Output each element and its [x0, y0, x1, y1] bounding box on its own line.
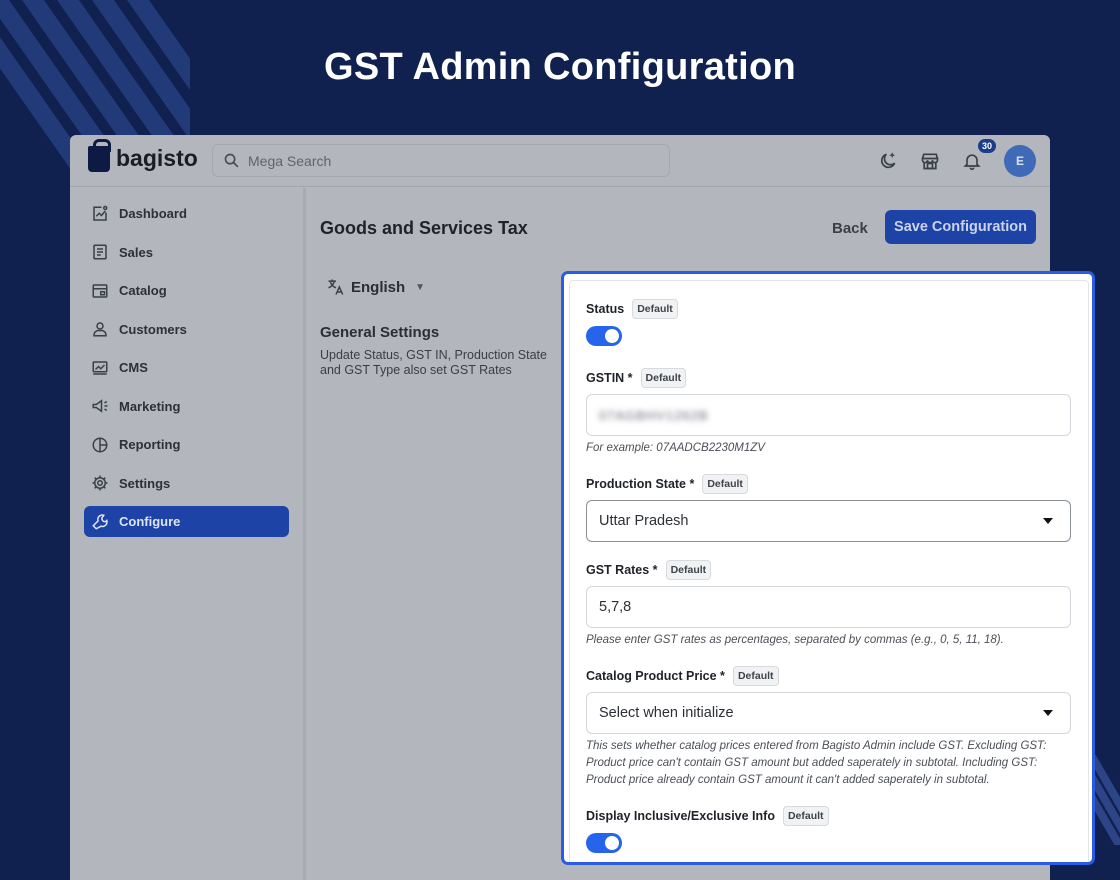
gstin-input[interactable]: 07AGBHV1262B — [586, 394, 1071, 436]
notification-count-badge: 30 — [977, 139, 996, 153]
sidebar-item-label: Settings — [119, 475, 171, 491]
catalog-price-value: Select when initialize — [599, 705, 734, 721]
top-icons: 30 E — [878, 139, 1036, 177]
sidebar-item-label: Reporting — [119, 437, 181, 452]
default-tag: Default — [782, 806, 829, 826]
dashboard-icon — [90, 204, 110, 224]
default-tag: Default — [732, 666, 779, 686]
pie-chart-icon — [90, 435, 110, 455]
display-info-label: Display Inclusive/Exclusive Info Default — [586, 806, 1072, 826]
production-state-label-text: Production State * — [586, 477, 695, 491]
store-icon[interactable] — [920, 151, 940, 171]
sidebar-item-cms[interactable]: CMS — [84, 352, 289, 383]
sidebar: Dashboard Sales Catalog Customers CMS Ma… — [70, 188, 306, 880]
moon-icon[interactable] — [878, 151, 898, 171]
settings-form: Status Default GSTIN * Default 07AGBHV12… — [569, 280, 1089, 862]
sidebar-item-label: Customers — [119, 321, 187, 337]
catalog-price-select[interactable]: Select when initialize — [586, 692, 1071, 734]
sidebar-item-dashboard[interactable]: Dashboard — [84, 198, 289, 229]
gst-rates-value: 5,7,8 — [599, 599, 632, 615]
catalog-price-label: Catalog Product Price * Default — [586, 666, 1072, 686]
back-button[interactable]: Back — [824, 212, 876, 244]
gstin-value: 07AGBHV1262B — [599, 407, 709, 423]
search-icon — [224, 153, 239, 168]
catalog-price-hint: This sets whether catalog prices entered… — [586, 740, 1047, 786]
section-description: Update Status, GST IN, Production State … — [320, 348, 547, 377]
mega-search[interactable] — [212, 144, 670, 177]
gst-settings-panel: Status Default GSTIN * Default 07AGBHV12… — [561, 271, 1095, 865]
chevron-down-icon: ▼ — [415, 281, 426, 293]
gst-rates-input[interactable]: 5,7,8 — [586, 586, 1071, 628]
search-input[interactable] — [248, 152, 648, 169]
gstin-label: GSTIN * Default — [586, 368, 1072, 388]
page-title: Goods and Services Tax — [320, 218, 528, 238]
bell-icon[interactable]: 30 — [962, 139, 996, 171]
save-configuration-button[interactable]: Save Configuration — [885, 210, 1036, 244]
catalog-icon — [90, 281, 110, 301]
top-bar: bagisto 30 E — [70, 135, 1050, 187]
display-info-toggle[interactable] — [586, 833, 622, 853]
gstin-hint: For example: 07AADCB2230M1ZV — [586, 442, 765, 454]
sidebar-item-reporting[interactable]: Reporting — [84, 429, 289, 460]
sidebar-item-label: Marketing — [119, 398, 181, 414]
gst-rates-label-text: GST Rates * — [586, 563, 658, 577]
sidebar-item-label: CMS — [119, 360, 148, 375]
production-state-label: Production State * Default — [586, 474, 1072, 494]
caret-down-icon — [1043, 518, 1053, 524]
gst-rates-hint: Please enter GST rates as percentages, s… — [586, 634, 1004, 646]
sidebar-item-label: Configure — [119, 514, 181, 529]
sidebar-item-sales[interactable]: Sales — [84, 237, 289, 268]
wrench-icon — [90, 512, 110, 532]
sidebar-item-settings[interactable]: Settings — [84, 468, 289, 499]
gear-icon — [90, 473, 110, 493]
language-selector[interactable]: English ▼ — [326, 277, 425, 297]
sidebar-item-label: Dashboard — [119, 206, 187, 221]
default-tag: Default — [702, 474, 748, 494]
receipt-icon — [90, 242, 110, 262]
sidebar-item-label: Sales — [119, 244, 153, 260]
section-title: General Settings — [320, 324, 440, 341]
brand-logo[interactable]: bagisto — [88, 138, 198, 172]
language-label: English — [351, 278, 406, 296]
translate-icon — [328, 279, 344, 295]
sidebar-item-label: Catalog — [119, 283, 167, 298]
display-info-label-text: Display Inclusive/Exclusive Info — [586, 809, 775, 823]
default-tag: Default — [640, 368, 687, 388]
user-icon — [90, 319, 110, 339]
monitor-icon — [90, 358, 110, 378]
sidebar-item-customers[interactable]: Customers — [84, 314, 289, 345]
status-toggle[interactable] — [586, 326, 622, 346]
sidebar-item-catalog[interactable]: Catalog — [84, 275, 289, 306]
gst-rates-label: GST Rates * Default — [586, 560, 1072, 580]
shopping-bag-icon — [88, 138, 111, 172]
default-tag: Default — [632, 299, 678, 319]
status-label: Status Default — [586, 299, 1072, 319]
production-state-value: Uttar Pradesh — [599, 513, 689, 529]
sidebar-item-marketing[interactable]: Marketing — [84, 391, 289, 422]
page-headline: GST Admin Configuration — [324, 46, 796, 88]
caret-down-icon — [1043, 710, 1053, 716]
production-state-select[interactable]: Uttar Pradesh — [586, 500, 1071, 542]
default-tag: Default — [665, 560, 712, 580]
gstin-label-text: GSTIN * — [586, 371, 633, 385]
sidebar-item-configure[interactable]: Configure — [84, 506, 289, 537]
brand-name: bagisto — [116, 145, 198, 171]
catalog-price-label-text: Catalog Product Price * — [586, 669, 725, 683]
user-avatar[interactable]: E — [1004, 145, 1036, 177]
megaphone-icon — [90, 396, 110, 416]
status-label-text: Status — [586, 302, 625, 316]
